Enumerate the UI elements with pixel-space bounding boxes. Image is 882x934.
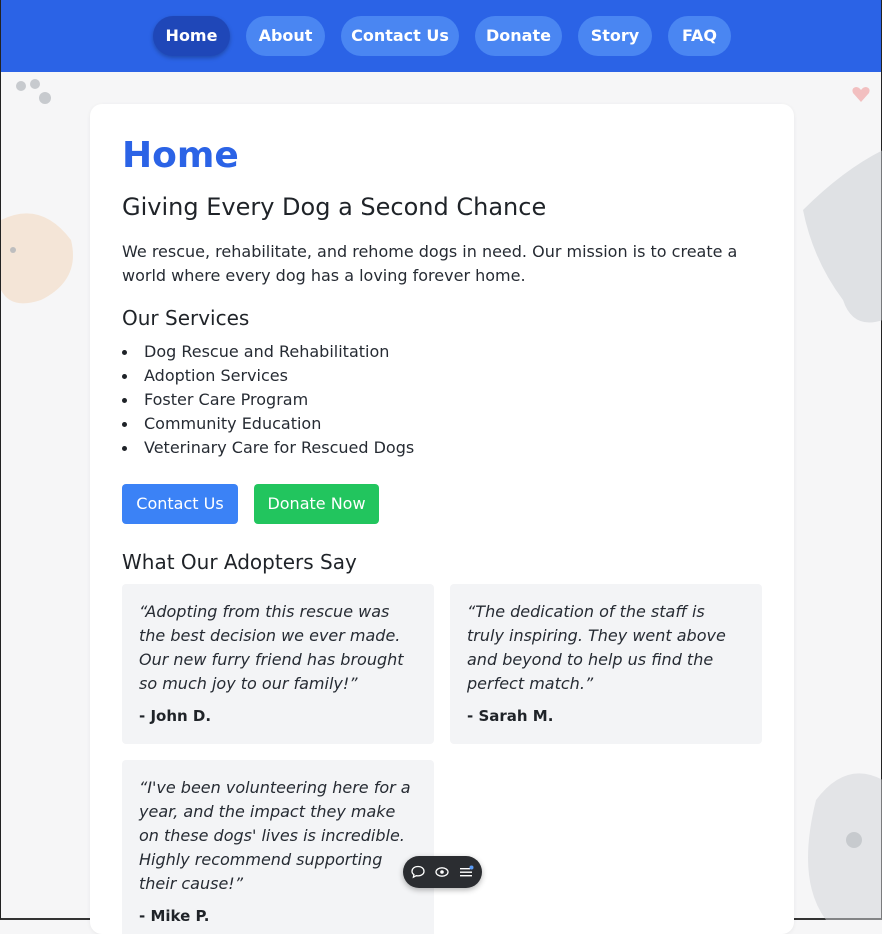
mission-statement: We rescue, rehabilitate, and rehome dogs… bbox=[122, 242, 738, 285]
service-label: Veterinary Care for Rescued Dogs bbox=[144, 438, 415, 457]
bullet-icon bbox=[122, 398, 127, 403]
donate-now-button[interactable]: Donate Now bbox=[254, 484, 379, 524]
testimonial-author: - Mike P. bbox=[139, 907, 210, 925]
service-label: Adoption Services bbox=[144, 366, 288, 385]
list-item: Dog Rescue and Rehabilitation bbox=[122, 340, 414, 364]
testimonial-card: “I've been volunteering here for a year,… bbox=[122, 760, 434, 934]
list-item: Community Education bbox=[122, 412, 414, 436]
heart-decoration bbox=[852, 87, 870, 102]
list-item: Veterinary Care for Rescued Dogs bbox=[122, 436, 414, 460]
testimonial-author: - Sarah M. bbox=[467, 707, 554, 725]
nav-about[interactable]: About bbox=[246, 16, 325, 56]
nav-contact-us[interactable]: Contact Us bbox=[341, 16, 459, 56]
contact-us-button[interactable]: Contact Us bbox=[122, 484, 238, 524]
service-label: Dog Rescue and Rehabilitation bbox=[144, 342, 390, 361]
dog-illustration-bottom-right bbox=[808, 773, 882, 920]
service-label: Community Education bbox=[144, 414, 322, 433]
floating-toolbar bbox=[403, 856, 482, 888]
testimonial-quote: “I've been volunteering here for a year,… bbox=[139, 778, 411, 893]
nav-story[interactable]: Story bbox=[578, 16, 652, 56]
testimonial-card: “Adopting from this rescue was the best … bbox=[122, 584, 434, 744]
comment-icon[interactable] bbox=[410, 864, 426, 880]
service-label: Foster Care Program bbox=[144, 390, 309, 409]
nav-home[interactable]: Home bbox=[153, 16, 230, 56]
dog-illustration-left bbox=[1, 213, 73, 304]
testimonial-quote: “Adopting from this rescue was the best … bbox=[139, 602, 404, 693]
testimonials-heading: What Our Adopters Say bbox=[122, 550, 357, 574]
main-content-card: Home Giving Every Dog a Second Chance We… bbox=[90, 104, 794, 934]
nav-donate[interactable]: Donate bbox=[475, 16, 562, 56]
list-item: Foster Care Program bbox=[122, 388, 414, 412]
page-subtitle: Giving Every Dog a Second Chance bbox=[122, 193, 547, 221]
bullet-icon bbox=[122, 374, 127, 379]
services-list: Dog Rescue and Rehabilitation Adoption S… bbox=[122, 340, 414, 460]
list-item: Adoption Services bbox=[122, 364, 414, 388]
bullet-icon bbox=[122, 422, 127, 427]
page-title: Home bbox=[122, 135, 239, 176]
bullet-icon bbox=[122, 350, 127, 355]
dog-illustration-right bbox=[803, 150, 882, 323]
testimonial-quote: “The dedication of the staff is truly in… bbox=[467, 602, 726, 693]
nav-faq[interactable]: FAQ bbox=[668, 16, 731, 56]
list-icon[interactable] bbox=[458, 864, 474, 880]
top-navigation: Home About Contact Us Donate Story FAQ bbox=[1, 0, 881, 72]
eye-icon[interactable] bbox=[434, 864, 450, 880]
testimonial-author: - John D. bbox=[139, 707, 212, 725]
services-heading: Our Services bbox=[122, 306, 250, 330]
paw-print-top-left bbox=[16, 79, 51, 104]
bullet-icon bbox=[122, 446, 127, 451]
testimonial-card: “The dedication of the staff is truly in… bbox=[450, 584, 762, 744]
